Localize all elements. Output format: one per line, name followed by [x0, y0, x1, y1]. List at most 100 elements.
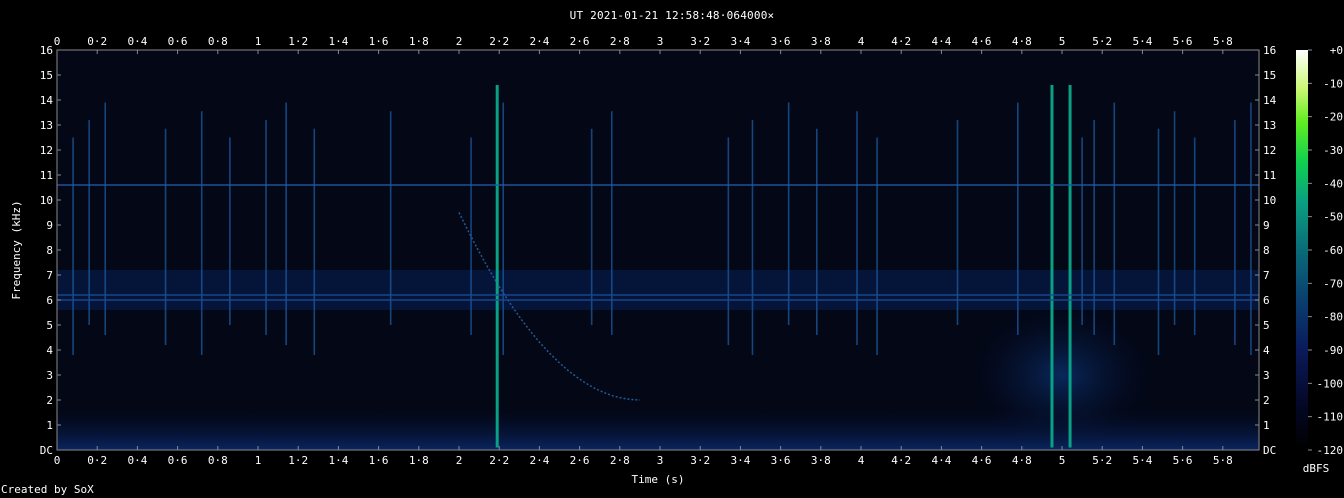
colorbar-tick-label: -110: [1317, 411, 1344, 424]
x-tick-label: 4·8: [1012, 454, 1032, 467]
y-tick-label: 15: [1263, 69, 1276, 82]
x-tick-label: 3·2: [690, 35, 710, 48]
colorbar: [1296, 50, 1308, 450]
x-tick-label: 2·4: [529, 35, 549, 48]
x-tick-label: 0·8: [208, 454, 228, 467]
colorbar-tick-label: -100: [1317, 377, 1344, 390]
colorbar-tick-label: -80: [1323, 311, 1343, 324]
x-tick-label: 5·8: [1213, 454, 1233, 467]
x-tick-label: 5·6: [1173, 454, 1193, 467]
colorbar-tick-label: -90: [1323, 344, 1343, 357]
y-tick-label: 9: [1263, 219, 1270, 232]
x-tick-label: 3·2: [690, 454, 710, 467]
x-tick-label: 0·4: [127, 454, 147, 467]
x-tick-label: 4·4: [931, 35, 951, 48]
colorbar-tick-label: -70: [1323, 277, 1343, 290]
y-tick-label: 11: [1263, 169, 1276, 182]
x-tick-label: 0·2: [87, 454, 107, 467]
x-tick-label: 1·8: [409, 454, 429, 467]
x-tick-label: 2: [456, 35, 463, 48]
x-tick-label: 4·2: [891, 454, 911, 467]
x-tick-label: 5: [1059, 35, 1066, 48]
x-tick-label: 1·6: [369, 35, 389, 48]
x-tick-label: 0: [54, 454, 61, 467]
y-tick-label: 7: [46, 269, 53, 282]
x-tick-label: 4·2: [891, 35, 911, 48]
x-tick-label: 1: [255, 454, 262, 467]
x-tick-label: 2·8: [610, 454, 630, 467]
y-tick-label: DC: [1263, 444, 1276, 457]
y-tick-label: 2: [1263, 394, 1270, 407]
x-tick-label: 5: [1059, 454, 1066, 467]
x-tick-label: 5·6: [1173, 35, 1193, 48]
colorbar-tick-label: -50: [1323, 211, 1343, 224]
y-tick-label: 9: [46, 219, 53, 232]
colorbar-tick-label: -40: [1323, 177, 1343, 190]
y-tick-label: 2: [46, 394, 53, 407]
y-tick-label: 1: [1263, 419, 1270, 432]
x-tick-label: 4·6: [972, 35, 992, 48]
x-tick-label: 4: [858, 35, 865, 48]
y-tick-label: DC: [40, 444, 53, 457]
x-tick-label: 3·4: [730, 454, 750, 467]
burst-halo: [972, 305, 1153, 445]
x-tick-label: 2·2: [489, 454, 509, 467]
y-tick-label: 10: [40, 194, 53, 207]
colorbar-label: dBFS: [1303, 462, 1330, 475]
x-tick-label: 0·2: [87, 35, 107, 48]
spectrogram-chart: 0 0·2 0·4 0·6 0·8 1 1·2 1·4 1·6 1·8 2 2·2 2·4 2·6 2·8 3…: [10, 35, 1343, 486]
y-axis-label: Frequency (kHz): [10, 200, 23, 299]
x-tick-label: 5·2: [1092, 35, 1112, 48]
x-tick-label: 0: [54, 35, 61, 48]
x-tick-label: 1·4: [328, 35, 348, 48]
y-tick-label: 10: [1263, 194, 1276, 207]
x-tick-label: 5·8: [1213, 35, 1233, 48]
colorbar-tick-label: -60: [1323, 244, 1343, 257]
colorbar-tick-label: +0: [1330, 44, 1343, 57]
colorbar-tick-label: -120: [1317, 444, 1344, 457]
y-tick-label: 3: [1263, 369, 1270, 382]
credit-text: Created by SoX: [1, 483, 94, 496]
y-tick-label: 3: [46, 369, 53, 382]
y-tick-label: 13: [1263, 119, 1276, 132]
x-tick-label: 0·6: [168, 35, 188, 48]
x-tick-label: 5·4: [1132, 454, 1152, 467]
x-tick-label: 2·4: [529, 454, 549, 467]
y-tick-label: 16: [1263, 44, 1276, 57]
y-tick-label: 12: [40, 144, 53, 157]
colorbar-ticks: +0 -10 -20 -30 -40 -50 -60 -70 -80 -90 -100 -110 -12…: [1308, 44, 1343, 457]
y-tick-label: 12: [1263, 144, 1276, 157]
y-tick-label: 14: [40, 94, 54, 107]
y-tick-label: 8: [46, 244, 53, 257]
x-tick-label: 3·8: [811, 35, 831, 48]
x-tick-label: 1·6: [369, 454, 389, 467]
x-tick-label: 0·4: [127, 35, 147, 48]
y-tick-label: 13: [40, 119, 53, 132]
x-tick-label: 3·4: [730, 35, 750, 48]
x-axis-label: Time (s): [632, 473, 685, 486]
x-tick-label: 3·6: [771, 35, 791, 48]
colorbar-tick-label: -10: [1323, 77, 1343, 90]
y-tick-label: 15: [40, 69, 53, 82]
x-tick-label: 1·4: [328, 454, 348, 467]
y-tick-label: 14: [1263, 94, 1277, 107]
x-tick-label: 2·8: [610, 35, 630, 48]
y-tick-label: 16: [40, 44, 53, 57]
y-tick-label: 8: [1263, 244, 1270, 257]
x-tick-label: 0·6: [168, 454, 188, 467]
y-tick-label: 1: [46, 419, 53, 432]
x-tick-label: 5·2: [1092, 454, 1112, 467]
y-tick-label: 6: [1263, 294, 1270, 307]
x-tick-label: 2·6: [570, 35, 590, 48]
x-tick-label: 2: [456, 454, 463, 467]
x-tick-label: 4·8: [1012, 35, 1032, 48]
y-tick-label: 4: [46, 344, 53, 357]
y-tick-label: 5: [1263, 319, 1270, 332]
colorbar-tick-label: -30: [1323, 144, 1343, 157]
x-tick-label: 3·8: [811, 454, 831, 467]
y-tick-label: 5: [46, 319, 53, 332]
y-tick-label: 7: [1263, 269, 1270, 282]
x-tick-label: 2·6: [570, 454, 590, 467]
x-tick-label: 4·4: [931, 454, 951, 467]
x-tick-label: 3: [657, 454, 664, 467]
